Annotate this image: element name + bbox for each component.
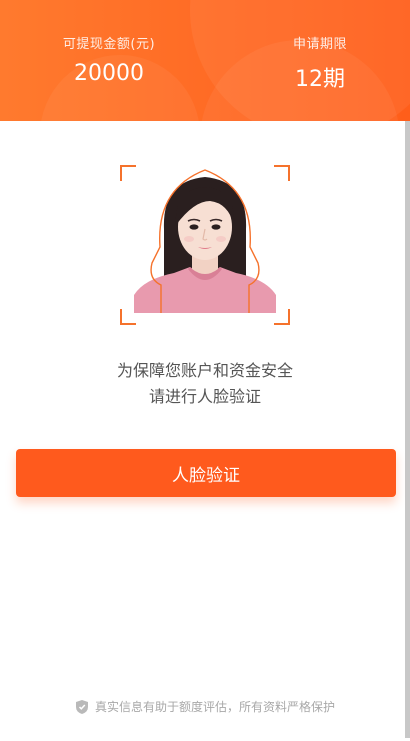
scrollbar[interactable] <box>405 121 410 738</box>
security-footer: 真实信息有助于额度评估，所有资料严格保护 <box>0 698 410 715</box>
face-sample-portrait <box>134 167 276 313</box>
application-period: 申请期限 12期 <box>282 33 358 93</box>
verify-notice-line1: 为保障您账户和资金安全 <box>116 361 293 380</box>
withdrawable-amount: 可提现金额(元) 20000 <box>56 33 162 86</box>
period-label: 申请期限 <box>292 37 347 52</box>
withdrawable-label: 可提现金额(元) <box>62 37 156 52</box>
verify-notice-line2: 请进行人脸验证 <box>148 387 261 406</box>
withdrawable-value: 20000 <box>74 61 144 86</box>
header-banner: 可提现金额(元) 20000 申请期限 12期 <box>0 0 410 121</box>
shield-icon <box>75 699 88 714</box>
face-verify-button[interactable]: 人脸验证 <box>16 449 396 497</box>
security-footer-text: 真实信息有助于额度评估，所有资料严格保护 <box>94 700 335 714</box>
frame-corner-top-right <box>274 165 290 181</box>
face-frame <box>120 165 290 325</box>
frame-corner-bottom-right <box>274 309 290 325</box>
period-value: 12期 <box>295 67 345 92</box>
